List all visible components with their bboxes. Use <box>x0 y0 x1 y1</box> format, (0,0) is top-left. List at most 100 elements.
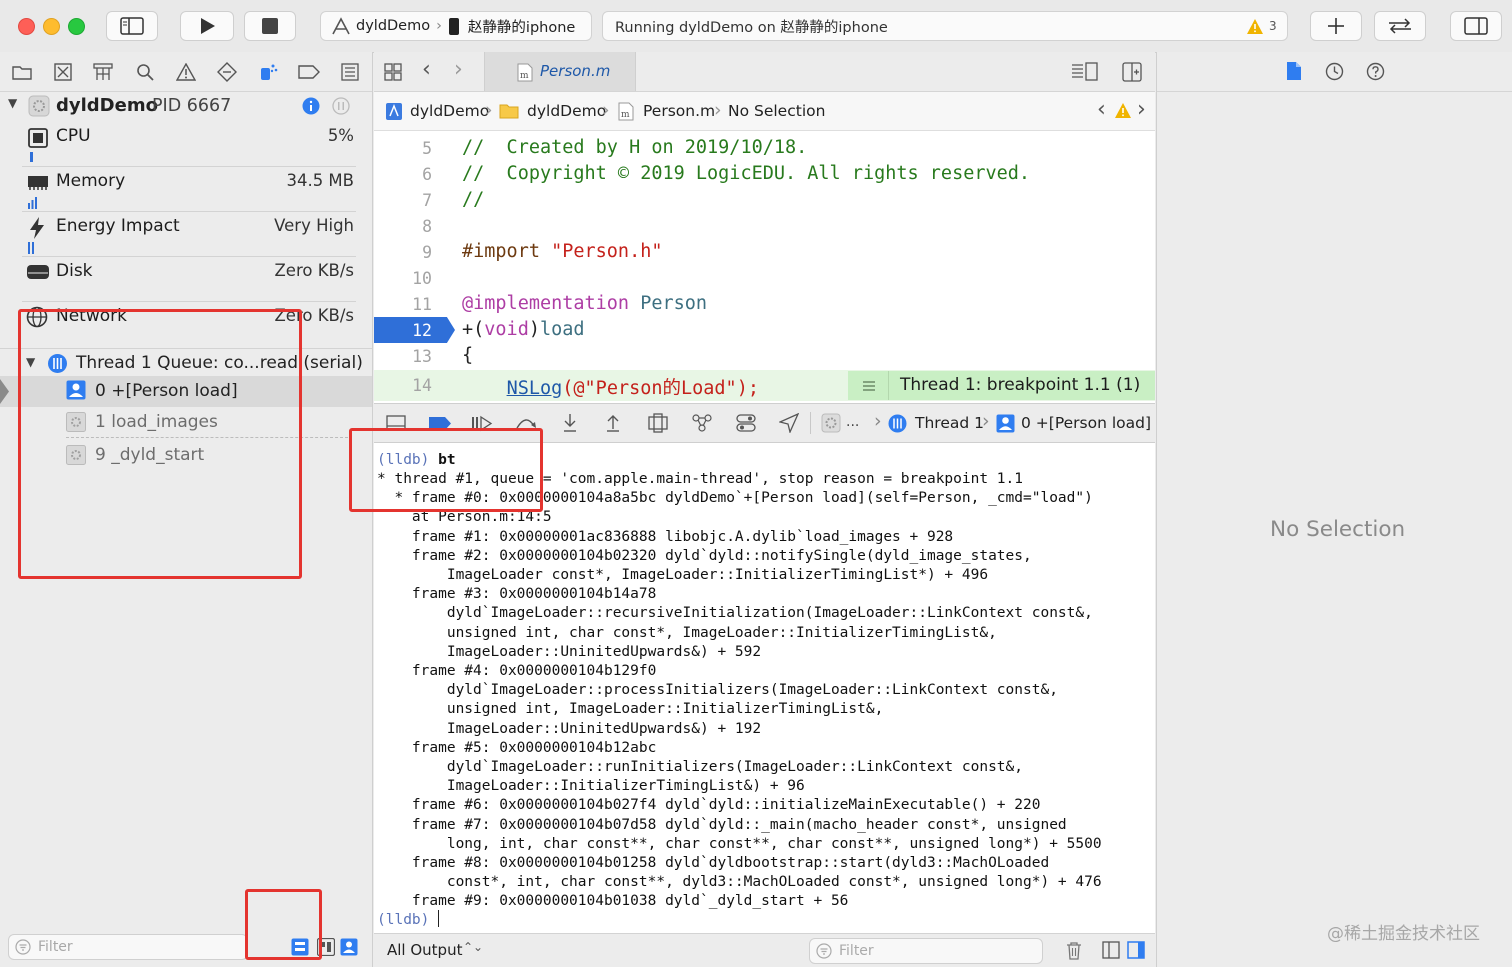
folder-icon[interactable] <box>11 61 33 83</box>
search-icon[interactable] <box>134 61 156 83</box>
output-selector[interactable]: All Output <box>387 941 462 959</box>
step-into-icon[interactable] <box>561 413 579 433</box>
code-review-button[interactable] <box>1374 11 1426 41</box>
console-line: dyld`ImageLoader::runInitializers(ImageL… <box>377 759 1024 775</box>
environment-overrides-icon[interactable] <box>736 413 756 433</box>
jump-frame-label[interactable]: 0 +[Person load] <box>1021 414 1151 432</box>
line-number: 12 <box>412 321 432 340</box>
library-add-button[interactable] <box>1310 11 1362 41</box>
warning-icon[interactable] <box>1114 102 1132 119</box>
line-number: 10 <box>412 269 432 288</box>
source-editor[interactable]: 5 // Created by H on 2019/10/18. 6 // Co… <box>374 131 1155 403</box>
breakpoint-annotation[interactable]: Thread 1: breakpoint 1.1 (1) <box>848 371 1155 400</box>
split-editor-icon[interactable] <box>1122 62 1142 82</box>
console-input-line[interactable]: (lldb) <box>377 910 440 930</box>
tab-label: Person.m <box>540 62 611 80</box>
breadcrumb-file[interactable]: Person.m <box>643 102 715 120</box>
breadcrumb-symbol[interactable]: No Selection <box>728 102 825 120</box>
next-issue-chevron-icon[interactable]: › <box>1137 97 1146 122</box>
code-text: // Copyright © 2019 LogicEDU. All rights… <box>462 163 1031 184</box>
back-chevron-icon[interactable]: ‹ <box>422 57 431 82</box>
memory-graph-icon[interactable] <box>692 413 712 433</box>
history-clock-icon[interactable] <box>1325 62 1344 81</box>
code-line: 6 // Copyright © 2019 LogicEDU. All righ… <box>374 162 1155 188</box>
chevron-right-icon: › <box>602 99 610 121</box>
toggle-navigator-button[interactable] <box>106 11 158 41</box>
zoom-window-button[interactable] <box>68 18 85 35</box>
gauge-label: CPU <box>56 126 91 146</box>
console-view-toggle-icon[interactable] <box>1127 941 1145 959</box>
svg-text:m: m <box>520 71 529 81</box>
trash-icon[interactable] <box>1066 941 1082 960</box>
objc-file-icon[interactable]: m <box>618 102 634 121</box>
variables-view-toggle-icon[interactable] <box>1102 941 1120 959</box>
forward-chevron-icon[interactable]: › <box>454 57 463 82</box>
code-text: +(void)load <box>462 319 585 340</box>
lldb-console[interactable]: (lldb) bt * thread #1, queue = 'com.appl… <box>374 443 1155 933</box>
disclosure-triangle-icon[interactable]: ▼ <box>8 96 17 110</box>
chevron-right-icon: › <box>982 410 990 432</box>
user-frame-icon[interactable] <box>996 414 1015 433</box>
info-circle-icon[interactable] <box>302 97 320 115</box>
minimize-window-button[interactable] <box>43 18 60 35</box>
code-token: +( <box>462 319 485 340</box>
chevron-right-icon: › <box>874 410 882 432</box>
view-debugger-icon[interactable] <box>648 413 668 433</box>
folder-icon[interactable] <box>499 103 519 119</box>
warning-icon[interactable] <box>1246 18 1264 35</box>
run-button[interactable] <box>180 11 234 41</box>
plus-icon <box>1328 18 1344 34</box>
console-line: frame #1: 0x00000001ac836888 libobjc.A.d… <box>377 528 954 545</box>
console-line: dyld`ImageLoader::processInitializers(Im… <box>377 682 1058 699</box>
annotation-box-console <box>349 428 543 512</box>
navigator-filter-field[interactable]: Filter <box>8 934 248 960</box>
breadcrumb-project[interactable]: dyldDemo <box>410 102 489 120</box>
project-icon[interactable] <box>385 102 403 121</box>
updown-chevron-icon[interactable]: ⌃⌄ <box>463 940 483 954</box>
console-filter-field[interactable]: Filter <box>809 938 1043 964</box>
debug-spray-icon[interactable] <box>257 61 279 83</box>
scheme-selector[interactable]: dyldDemo › 赵静静的iphone <box>320 11 592 41</box>
file-inspector-icon[interactable] <box>1286 61 1302 81</box>
process-pid: PID 6667 <box>152 96 232 116</box>
grid-related-items-icon[interactable] <box>384 63 402 81</box>
gauge-disk[interactable]: Disk Zero KB/s <box>22 257 356 302</box>
help-question-icon[interactable] <box>1366 62 1385 81</box>
console-line: frame #8: 0x0000000104b01258 dyld`dyldbo… <box>377 855 1050 871</box>
process-row[interactable]: ▼ dyldDemo PID 6667 <box>0 92 372 120</box>
console-bottom-bar: All Output ⌃⌄ Filter <box>374 933 1155 967</box>
step-out-icon[interactable] <box>604 413 622 433</box>
toggle-inspector-button[interactable] <box>1450 11 1502 41</box>
report-list-icon[interactable] <box>339 61 361 83</box>
thread-icon[interactable] <box>888 414 907 433</box>
pause-circle-icon[interactable] <box>332 97 350 115</box>
breakpoint-tag-icon[interactable] <box>298 61 320 83</box>
breadcrumb-group[interactable]: dyldDemo <box>527 102 606 120</box>
keyword: @implementation <box>462 293 630 314</box>
editor-tab-bar: ‹ › m Person.m <box>374 52 1155 92</box>
gauge-memory[interactable]: Memory 34.5 MB <box>22 167 356 212</box>
cpu-chip-icon <box>28 128 48 148</box>
symbol-hierarchy-icon[interactable] <box>92 61 114 83</box>
string-literal: (@"Person的Load"); <box>562 378 759 399</box>
show-user-frames-icon[interactable] <box>340 938 358 956</box>
method-name: load <box>539 319 585 340</box>
source-control-icon[interactable] <box>52 61 74 83</box>
close-window-button[interactable] <box>18 18 35 35</box>
previous-issue-chevron-icon[interactable]: ‹ <box>1097 97 1106 122</box>
line-number: 9 <box>422 243 432 262</box>
jump-thread-label[interactable]: Thread 1 <box>915 414 984 432</box>
xcode-app-icon <box>332 17 350 35</box>
simulate-location-icon[interactable] <box>779 413 799 433</box>
editor-options-icon[interactable] <box>1071 62 1099 82</box>
warning-count: 3 <box>1269 19 1277 33</box>
tab-person-m[interactable]: m Person.m <box>484 52 636 91</box>
no-selection-label: No Selection <box>1270 517 1406 542</box>
stop-button[interactable] <box>244 11 296 41</box>
gauge-energy[interactable]: Energy Impact Very High <box>22 212 356 257</box>
process-gear-icon[interactable] <box>821 413 841 433</box>
gauge-cpu[interactable]: CPU 5% <box>22 122 356 167</box>
test-diamond-icon[interactable] <box>216 61 238 83</box>
issue-warning-icon[interactable] <box>175 61 197 83</box>
play-icon <box>201 18 215 34</box>
